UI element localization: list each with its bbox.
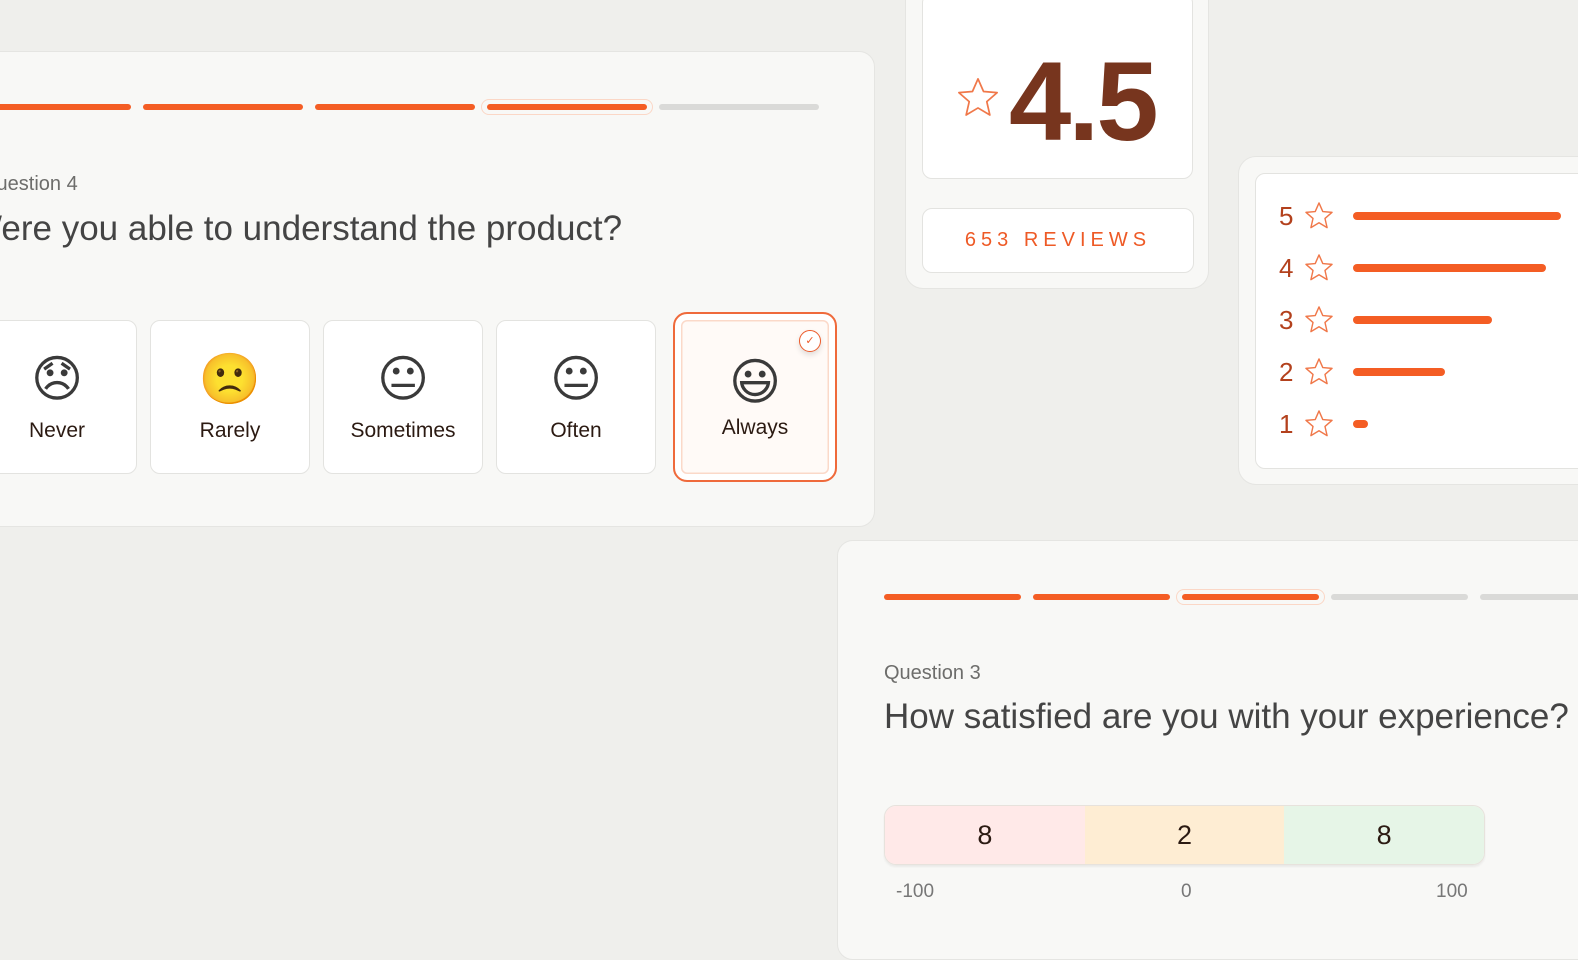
scale-zone-neutral[interactable]: 2 <box>1084 806 1285 864</box>
rating-row-2: 2 <box>1279 356 1446 387</box>
progress-step-4 <box>1331 594 1468 600</box>
option-sometimes[interactable]: 😐 Sometimes <box>323 320 483 474</box>
rating-row-4: 4 <box>1279 252 1547 283</box>
star-outline-icon <box>1305 358 1333 385</box>
rating-bar <box>1353 316 1492 324</box>
neutral-face-icon: 😐 <box>376 350 430 408</box>
rating-row-1: 1 <box>1279 408 1368 439</box>
progress-step-5 <box>659 104 819 110</box>
scale-tick-mid: 0 <box>1181 881 1192 902</box>
star-count-label: 3 <box>1279 304 1294 335</box>
option-never[interactable]: 😞 Never <box>0 320 137 474</box>
scale-tick-min: -100 <box>896 881 935 902</box>
option-label: Never <box>28 419 86 442</box>
question-number: Question 4 <box>0 173 78 195</box>
rating-bar <box>1353 368 1446 376</box>
progress-step-1 <box>884 594 1021 600</box>
star-outline-icon <box>1305 202 1333 229</box>
star-outline-icon <box>1305 410 1333 437</box>
question-number: Question 3 <box>884 662 981 684</box>
rating-distribution: 5 4 3 2 1 <box>1255 173 1578 469</box>
scale-zone-negative[interactable]: 8 <box>885 806 1085 864</box>
answer-options: 😞 Never 🙁 Rarely 😐 Sometimes 😐 Often ✓ 😃… <box>0 312 837 482</box>
option-always-selected[interactable]: ✓ 😃 Always <box>673 312 837 482</box>
star-count-label: 1 <box>1279 408 1294 439</box>
option-label: Sometimes <box>350 419 456 442</box>
option-label: Always <box>721 416 789 439</box>
neutral-face-icon: 😐 <box>549 350 603 408</box>
question-title: How satisfied are you with your experien… <box>884 697 1569 736</box>
question-3-card: Question 3 How satisfied are you with yo… <box>837 540 1578 960</box>
survey-progress <box>0 99 819 115</box>
reviews-count[interactable]: 653 REVIEWS <box>922 208 1194 273</box>
star-outline-icon <box>1305 306 1333 333</box>
satisfaction-scale: 8 2 8 <box>884 805 1485 865</box>
star-count-label: 4 <box>1279 252 1294 283</box>
option-label: Often <box>550 419 602 442</box>
disappointed-face-icon: 😞 <box>30 350 84 408</box>
survey-progress <box>884 589 1578 605</box>
rating-bar <box>1353 212 1561 220</box>
progress-step-1 <box>0 104 131 110</box>
rating-summary-card: 4.5 653 REVIEWS <box>905 0 1209 289</box>
question-4-card: Question 4 Were you able to understand t… <box>0 51 875 527</box>
option-often[interactable]: 😐 Often <box>496 320 656 474</box>
option-rarely[interactable]: 🙁 Rarely <box>150 320 310 474</box>
rating-score-box: 4.5 <box>922 0 1193 179</box>
progress-step-3 <box>315 104 475 110</box>
grinning-face-icon: 😃 <box>728 353 782 411</box>
rating-row-5: 5 <box>1279 200 1561 231</box>
star-count-label: 5 <box>1279 200 1294 231</box>
progress-step-5 <box>1480 594 1578 600</box>
progress-step-2 <box>1033 594 1170 600</box>
progress-step-3-current <box>1176 589 1325 605</box>
scale-zone-positive[interactable]: 8 <box>1284 806 1484 864</box>
check-icon: ✓ <box>799 330 821 352</box>
slightly-frowning-face-icon: 🙁 <box>198 350 262 408</box>
average-rating: 4.5 <box>1009 39 1159 164</box>
rating-distribution-card: 5 4 3 2 1 <box>1238 156 1578 485</box>
star-outline-icon <box>958 78 998 116</box>
star-count-label: 2 <box>1279 356 1294 387</box>
progress-step-2 <box>143 104 303 110</box>
progress-step-4-current <box>481 99 653 115</box>
star-outline-icon <box>1305 254 1333 281</box>
rating-bar <box>1353 264 1547 272</box>
scale-tick-max: 100 <box>1436 881 1468 902</box>
option-label: Rarely <box>199 419 261 442</box>
question-title: Were you able to understand the product? <box>0 209 623 248</box>
rating-row-3: 3 <box>1279 304 1492 335</box>
rating-bar <box>1353 420 1368 428</box>
